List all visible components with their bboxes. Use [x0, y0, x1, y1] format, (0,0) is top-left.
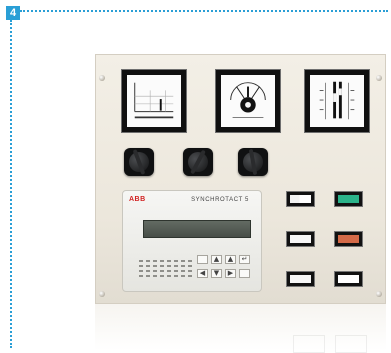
lcd-display: [143, 220, 251, 238]
control-button-5[interactable]: [286, 271, 315, 287]
key[interactable]: [197, 255, 208, 264]
dotted-frame-left: [10, 20, 12, 348]
control-button-green[interactable]: [334, 191, 363, 207]
meter-right: [304, 69, 370, 133]
meter-left: [121, 69, 187, 133]
key[interactable]: ▲: [225, 255, 236, 264]
rotary-switch-3[interactable]: [238, 148, 268, 176]
reflected-button: [335, 335, 367, 353]
key[interactable]: ▶: [225, 269, 236, 278]
rotary-switch-1[interactable]: [124, 148, 154, 176]
key[interactable]: [239, 269, 250, 278]
screw: [99, 75, 105, 81]
control-button-6[interactable]: [334, 271, 363, 287]
keypad: ▲ ▲ ↵ ◀ ▼ ▶: [197, 255, 259, 283]
screw: [99, 291, 105, 297]
dotted-frame-top: [20, 10, 388, 12]
rotary-switch-2[interactable]: [183, 148, 213, 176]
key[interactable]: ▲: [211, 255, 222, 264]
control-button-3[interactable]: [286, 231, 315, 247]
meter-right-dial: [310, 75, 364, 127]
figure-number-badge: 4: [6, 6, 20, 20]
control-button-1[interactable]: [286, 191, 315, 207]
brand-logo: ABB: [129, 196, 146, 203]
meter-left-dial: [127, 75, 181, 127]
meter-center-dial: [221, 75, 275, 127]
legend-text: [139, 257, 193, 283]
screw: [376, 291, 382, 297]
key[interactable]: ▼: [211, 269, 222, 278]
panel-reflection: [95, 304, 386, 353]
meter-center: [215, 69, 281, 133]
key[interactable]: ◀: [197, 269, 208, 278]
synchronizer-unit: ABB SYNCHROTACT 5 ▲ ▲ ↵ ◀ ▼ ▶: [122, 190, 262, 292]
screw: [376, 75, 382, 81]
model-label: SYNCHROTACT 5: [191, 197, 249, 203]
reflected-button: [293, 335, 325, 353]
key[interactable]: ↵: [239, 255, 250, 264]
control-button-orange[interactable]: [334, 231, 363, 247]
